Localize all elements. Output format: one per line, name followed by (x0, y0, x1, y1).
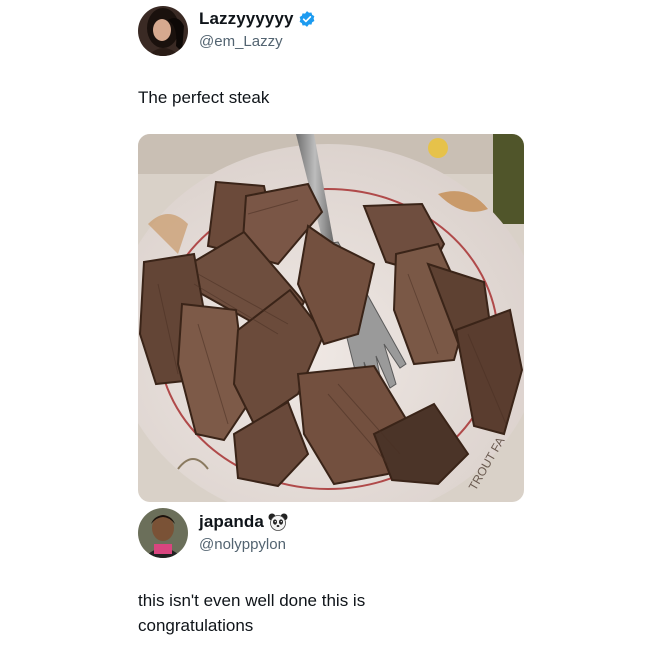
panda-emoji-icon (268, 513, 288, 531)
avatar[interactable] (138, 6, 188, 56)
avatar-photo-man-icon (138, 508, 188, 558)
tweet-text: The perfect steak (138, 88, 270, 107)
reply-handle[interactable]: @nolyppylon (199, 536, 286, 553)
reply-avatar[interactable] (138, 508, 188, 558)
display-name-text: Lazzyyyyyy (199, 9, 294, 28)
reply-display-name[interactable]: japanda (199, 512, 288, 532)
steak-plate-photo-icon: TROUT FA (138, 134, 524, 502)
verified-badge-icon (299, 11, 314, 27)
avatar-photo-icon (138, 6, 188, 56)
tweet-photo[interactable]: TROUT FA (138, 134, 524, 502)
display-name[interactable]: Lazzyyyyyy (199, 9, 316, 29)
handle[interactable]: @em_Lazzy (199, 33, 283, 50)
reply-display-name-text: japanda (199, 512, 264, 531)
reply-text: this isn't even well done this is congra… (138, 591, 366, 635)
